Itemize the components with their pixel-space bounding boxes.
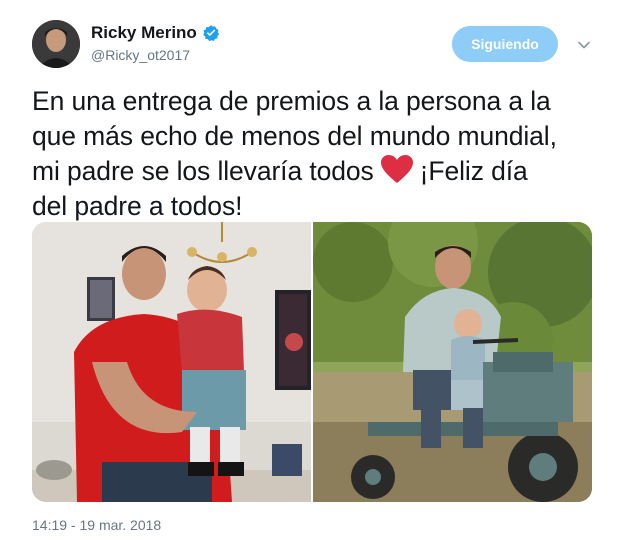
display-name[interactable]: Ricky Merino xyxy=(91,23,197,43)
tweet-line-text: mi padre se los llevaría todos xyxy=(32,156,374,186)
tweet-line: mi padre se los llevaría todos ¡Feliz día xyxy=(32,154,597,189)
user-info: Ricky Merino @Ricky_ot2017 xyxy=(91,23,220,64)
chevron-down-icon[interactable] xyxy=(577,38,591,52)
name-row: Ricky Merino xyxy=(91,23,220,43)
tweet-line-text: ¡Feliz día xyxy=(419,156,528,186)
tweet-timestamp[interactable]: 14:19 - 19 mar. 2018 xyxy=(32,517,161,533)
tweet-text: En una entrega de premios a la persona a… xyxy=(32,84,597,224)
tweet-line: del padre a todos! xyxy=(32,191,243,221)
user-handle[interactable]: @Ricky_ot2017 xyxy=(91,46,220,64)
father-holding-baby-photo[interactable] xyxy=(32,222,311,502)
heavy-heart-icon xyxy=(380,155,413,183)
media-grid xyxy=(32,222,592,502)
tweet-line: que más echo de menos del mundo mundial, xyxy=(32,121,557,151)
tweet-line: En una entrega de premios a la persona a… xyxy=(32,86,551,116)
avatar[interactable] xyxy=(32,20,80,68)
father-on-tractor-photo[interactable] xyxy=(313,222,592,502)
verified-badge-icon xyxy=(203,25,219,42)
following-button[interactable]: Siguiendo xyxy=(452,26,558,62)
